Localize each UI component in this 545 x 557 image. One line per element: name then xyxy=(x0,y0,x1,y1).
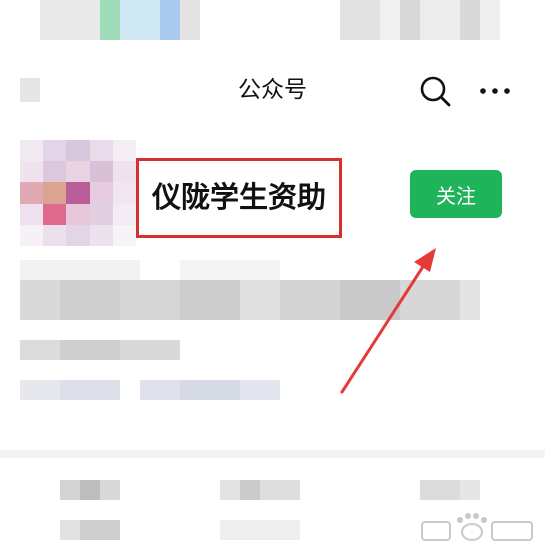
account-name: 仪陇学生资助 xyxy=(151,180,326,214)
page-title: 公众号 xyxy=(238,77,307,103)
nav-bar: 公众号 xyxy=(0,60,545,120)
more-icon xyxy=(480,88,510,94)
arrow-annotation xyxy=(340,248,436,394)
search-button[interactable] xyxy=(418,74,452,108)
more-button[interactable] xyxy=(478,74,512,108)
avatar[interactable] xyxy=(20,140,136,246)
search-icon xyxy=(420,76,451,107)
watermark-logo xyxy=(421,513,533,541)
screen: 公众号 仪陇学生资助 关注 xyxy=(0,0,545,557)
status-bar xyxy=(0,0,545,48)
highlight-box: 仪陇学生资助 xyxy=(136,158,342,238)
account-card: 仪陇学生资助 关注 xyxy=(0,130,545,450)
follow-button[interactable]: 关注 xyxy=(410,170,502,218)
